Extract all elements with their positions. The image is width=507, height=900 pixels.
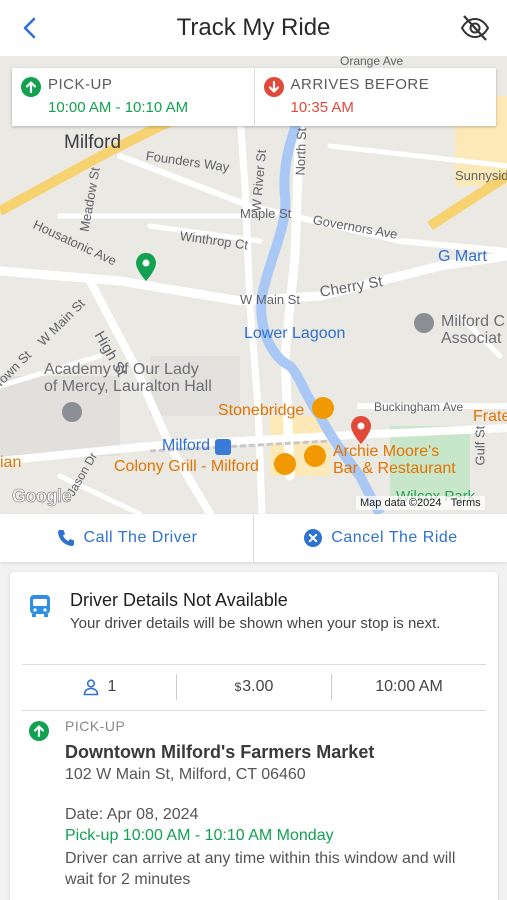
pickup-time: 10:00 AM <box>332 678 486 696</box>
arrow-down-circle-icon <box>263 77 284 97</box>
arrive-caption: ARRIVES BEFORE <box>290 76 430 93</box>
arrive-time: 10:35 AM <box>290 99 354 116</box>
chevron-left-icon[interactable] <box>16 14 44 42</box>
map-label: G Mart <box>438 248 487 265</box>
map-label: Bar & Restaurant <box>333 460 456 477</box>
phone-icon <box>57 530 74 546</box>
stop-address: 102 W Main St, Milford, CT 06460 <box>65 766 306 783</box>
map-label: of Mercy, Lauralton Hall <box>44 378 212 395</box>
trip-summary-card: PICK-UP 10:00 AM - 10:10 AM ARRIVES BEFO… <box>12 68 496 126</box>
close-circle-icon <box>304 529 323 547</box>
map-label: Milford C <box>441 313 506 330</box>
call-driver-button[interactable]: Call The Driver <box>0 514 253 562</box>
map-label: Milford <box>64 132 122 153</box>
ride-details-card: Driver Details Not Available Your driver… <box>10 572 498 900</box>
person-icon <box>83 679 98 696</box>
map-label: Associat <box>441 330 502 347</box>
cancel-ride-label: Cancel The Ride <box>331 529 458 546</box>
call-driver-label: Call The Driver <box>83 529 198 546</box>
map-label: Sunnyside <box>455 168 507 183</box>
map-label: Archie Moore's <box>333 443 440 460</box>
fare-currency: $ <box>234 680 242 694</box>
app-header: Track My Ride <box>0 0 507 56</box>
map-label: Lower Lagoon <box>244 325 346 342</box>
trip-stats: 1 $ 3.00 10:00 AM <box>22 672 486 702</box>
passenger-count: 1 <box>22 678 176 696</box>
map-attribution: Map data ©2024 Terms <box>356 496 485 510</box>
map-label: Colony Grill - Milford <box>114 458 259 475</box>
map-label: Orange Ave <box>340 56 404 68</box>
stop-date: Date: Apr 08, 2024 <box>65 806 199 823</box>
map-label: North St <box>292 127 310 176</box>
map-label: Milford <box>162 437 211 454</box>
track-ride-screen: Track My Ride Orange Ave Milford Founder… <box>0 0 507 900</box>
map-label: Buckingham Ave <box>374 400 464 414</box>
divider <box>22 664 486 665</box>
map-label: Frate <box>473 408 507 425</box>
map-label: Maple St <box>240 206 292 221</box>
divider <box>22 710 486 711</box>
stop-name: Downtown Milford's Farmers Market <box>65 742 375 762</box>
map-data-text: Map data ©2024 <box>360 497 442 509</box>
bus-icon <box>30 595 50 617</box>
map-label: W Main St <box>240 292 300 307</box>
arrow-up-circle-icon <box>21 77 41 97</box>
map-label: Academy of Our Lady <box>44 361 199 378</box>
driver-status-text: Your driver details will be shown when y… <box>70 615 441 632</box>
pickup-caption: PICK-UP <box>48 76 113 93</box>
arrow-up-circle-icon <box>29 721 49 741</box>
map-label: Stonebridge <box>218 402 305 419</box>
driver-status-title: Driver Details Not Available <box>70 590 288 610</box>
passenger-count-value: 1 <box>107 678 117 695</box>
map-label: Gulf St <box>472 425 488 466</box>
cancel-ride-button[interactable]: Cancel The Ride <box>253 514 507 562</box>
stop-caption: PICK-UP <box>65 718 126 734</box>
pickup-window-detail: Pick-up 10:00 AM - 10:10 AM Monday <box>65 827 334 844</box>
eye-off-icon[interactable] <box>459 12 491 44</box>
route-map[interactable]: Orange Ave Milford Founders Way Sunnysid… <box>0 56 507 514</box>
pickup-note: Driver can arrive at any time within thi… <box>65 850 456 888</box>
pickup-time-value: 10:00 AM <box>375 678 443 695</box>
pickup-summary: PICK-UP 10:00 AM - 10:10 AM <box>12 68 254 126</box>
fare-amount: 3.00 <box>242 678 274 695</box>
pickup-window: 10:00 AM - 10:10 AM <box>48 99 189 116</box>
arrival-summary: ARRIVES BEFORE 10:35 AM <box>253 68 497 126</box>
terms-link[interactable]: Terms <box>451 497 481 509</box>
page-title: Track My Ride <box>176 14 331 41</box>
action-bar: Call The Driver Cancel The Ride <box>0 514 507 562</box>
google-logo: Google <box>12 486 72 507</box>
fare: $ 3.00 <box>177 678 331 696</box>
map-label: ian <box>0 454 22 471</box>
